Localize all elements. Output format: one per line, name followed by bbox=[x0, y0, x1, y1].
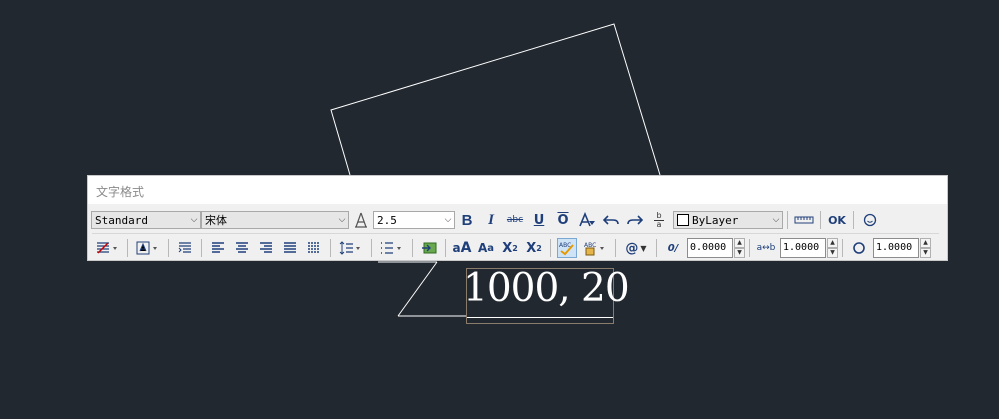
tracking-label: a↔b bbox=[756, 243, 776, 253]
spinner-arrows[interactable]: ▲ ▼ bbox=[920, 238, 931, 258]
justify-icon[interactable] bbox=[280, 238, 300, 258]
row-divider bbox=[92, 233, 939, 234]
align-center-icon[interactable] bbox=[232, 238, 252, 258]
underline-label: U bbox=[533, 212, 545, 228]
separator bbox=[168, 239, 169, 257]
chevron-down-icon: ⌵ bbox=[772, 215, 780, 225]
toolbar-row-2: aA Aa X2 X2 ABC ABC @ ▼ 0/ 0.0000 ▲ ▼ a↔… bbox=[91, 236, 931, 260]
ok-button[interactable]: OK bbox=[827, 210, 847, 230]
strikethrough-button[interactable]: abc bbox=[505, 210, 525, 230]
separator bbox=[201, 239, 202, 257]
separator bbox=[842, 239, 843, 257]
at-label: @ bbox=[625, 240, 639, 256]
text-style-value: Standard bbox=[95, 213, 148, 227]
leader-line bbox=[397, 261, 438, 317]
separator bbox=[445, 239, 446, 257]
color-value: ByLayer bbox=[692, 213, 739, 227]
width-factor-field[interactable]: 1.0000 bbox=[873, 238, 919, 258]
separator bbox=[787, 211, 788, 229]
color-select[interactable]: ByLayer ⌵ bbox=[673, 211, 783, 229]
spinner-arrows[interactable]: ▲ ▼ bbox=[827, 238, 838, 258]
spell-check-icon[interactable]: ABC bbox=[557, 238, 577, 258]
spin-up-icon[interactable]: ▲ bbox=[920, 238, 931, 248]
paragraph-icon[interactable] bbox=[175, 238, 195, 258]
uppercase-icon[interactable]: aA bbox=[452, 238, 472, 258]
numbering-icon[interactable] bbox=[378, 238, 406, 258]
separator bbox=[749, 239, 750, 257]
tracking-icon: a↔b bbox=[756, 238, 776, 258]
mtext-content[interactable]: 1000, 20 bbox=[463, 267, 630, 311]
toolbar-row-1: Standard ⌵ 宋体 ⌵ 2.5 ⌵ B I abc U O b a By… bbox=[91, 208, 882, 232]
spell-settings-icon[interactable]: ABC bbox=[581, 238, 609, 258]
text-format-toolbar: 文字格式 Standard ⌵ 宋体 ⌵ 2.5 ⌵ B I abc U O b… bbox=[87, 175, 948, 261]
undo-icon[interactable] bbox=[601, 210, 621, 230]
font-value: 宋体 bbox=[205, 214, 227, 227]
mtext-editor-box[interactable]: 1000, 20 bbox=[463, 267, 630, 324]
stack-bottom: a bbox=[656, 219, 662, 229]
columns-icon[interactable] bbox=[93, 238, 121, 258]
font-color-icon[interactable] bbox=[577, 210, 597, 230]
chevron-down-icon: ⌵ bbox=[190, 215, 198, 225]
color-swatch bbox=[677, 214, 689, 226]
polyline-shape bbox=[330, 23, 661, 176]
redo-icon[interactable] bbox=[625, 210, 645, 230]
width-factor-spinner[interactable]: 1.0000 ▲ ▼ bbox=[873, 238, 931, 258]
oblique-angle-icon: 0/ bbox=[663, 238, 683, 258]
insert-symbol-button[interactable]: @ ▼ bbox=[622, 238, 650, 258]
oblique-angle-spinner[interactable]: 0.0000 ▲ ▼ bbox=[687, 238, 745, 258]
spin-up-icon[interactable]: ▲ bbox=[734, 238, 745, 248]
separator bbox=[550, 239, 551, 257]
superscript-label: X bbox=[502, 240, 513, 256]
text-style-select[interactable]: Standard ⌵ bbox=[91, 211, 201, 229]
separator bbox=[820, 211, 821, 229]
options-icon[interactable] bbox=[860, 210, 880, 230]
chevron-down-icon: ▼ bbox=[640, 243, 647, 253]
font-select[interactable]: 宋体 ⌵ bbox=[201, 211, 349, 229]
stack-button[interactable]: b a bbox=[649, 210, 669, 230]
chevron-down-icon: ⌵ bbox=[338, 215, 346, 225]
spin-down-icon[interactable]: ▼ bbox=[827, 248, 838, 258]
text-height-value: 2.5 bbox=[377, 213, 397, 227]
subscript-label: X bbox=[526, 240, 537, 256]
tracking-field[interactable]: 1.0000 bbox=[780, 238, 826, 258]
oblique-label: 0/ bbox=[667, 242, 679, 254]
underline-button[interactable]: U bbox=[529, 210, 549, 230]
line-spacing-icon[interactable] bbox=[337, 238, 365, 258]
mtext-underline bbox=[467, 317, 613, 318]
overline-label: O bbox=[557, 212, 569, 228]
spin-up-icon[interactable]: ▲ bbox=[827, 238, 838, 248]
strikethrough-label: abc bbox=[506, 215, 524, 225]
separator bbox=[615, 239, 616, 257]
annotative-icon[interactable] bbox=[351, 210, 371, 230]
width-factor-icon bbox=[849, 238, 869, 258]
superscript-button[interactable]: X2 bbox=[500, 238, 520, 258]
toolbar-titlebar[interactable]: 文字格式 bbox=[88, 176, 947, 204]
spin-down-icon[interactable]: ▼ bbox=[920, 248, 931, 258]
bold-button[interactable]: B bbox=[457, 210, 477, 230]
tracking-spinner[interactable]: 1.0000 ▲ ▼ bbox=[780, 238, 838, 258]
separator bbox=[656, 239, 657, 257]
separator bbox=[412, 239, 413, 257]
separator bbox=[853, 211, 854, 229]
align-right-icon[interactable] bbox=[256, 238, 276, 258]
align-left-icon[interactable] bbox=[208, 238, 228, 258]
lowercase-icon[interactable]: Aa bbox=[476, 238, 496, 258]
ruler-icon[interactable] bbox=[794, 210, 814, 230]
text-height-select[interactable]: 2.5 ⌵ bbox=[373, 211, 455, 229]
oblique-angle-field[interactable]: 0.0000 bbox=[687, 238, 733, 258]
separator bbox=[330, 239, 331, 257]
insert-field-icon[interactable] bbox=[419, 238, 439, 258]
subscript-button[interactable]: X2 bbox=[524, 238, 544, 258]
mtext-justification-icon[interactable] bbox=[134, 238, 162, 258]
stack-top: b bbox=[656, 210, 662, 220]
chevron-down-icon: ⌵ bbox=[444, 215, 452, 225]
toolbar-title: 文字格式 bbox=[96, 185, 145, 199]
italic-button[interactable]: I bbox=[481, 210, 501, 230]
distribute-icon[interactable] bbox=[304, 238, 324, 258]
separator bbox=[371, 239, 372, 257]
spin-down-icon[interactable]: ▼ bbox=[734, 248, 745, 258]
overline-button[interactable]: O bbox=[553, 210, 573, 230]
spinner-arrows[interactable]: ▲ ▼ bbox=[734, 238, 745, 258]
separator bbox=[127, 239, 128, 257]
